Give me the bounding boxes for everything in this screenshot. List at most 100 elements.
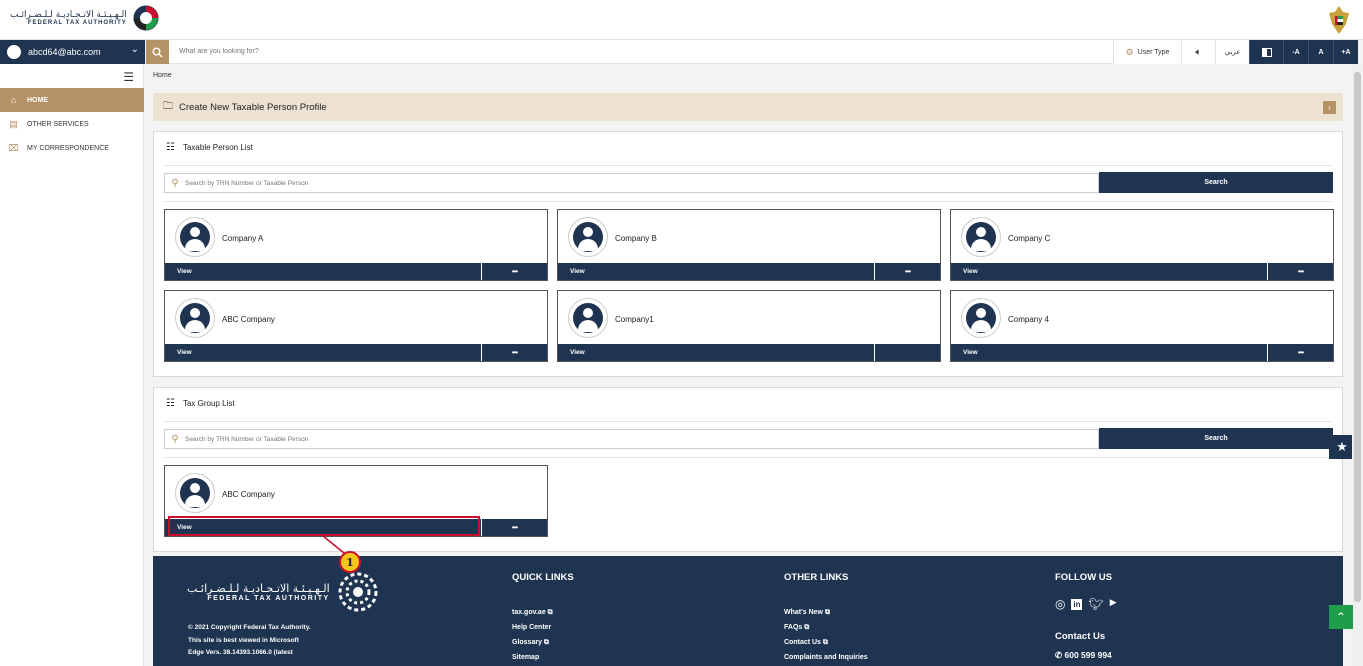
- more-options-button[interactable]: •••: [482, 263, 547, 280]
- twitter-icon[interactable]: 🐦︎: [1088, 597, 1103, 611]
- footer-link[interactable]: What's New ⧉: [784, 605, 868, 620]
- footer-copyright: © 2021 Copyright Federal Tax Authority. …: [188, 622, 311, 660]
- other-links-title: OTHER LINKS: [784, 572, 849, 583]
- contrast-button[interactable]: [1249, 40, 1283, 64]
- more-options-button[interactable]: [875, 344, 940, 361]
- copyright-text: © 2021 Copyright Federal Tax Authority.: [188, 624, 311, 631]
- footer-link-label: FAQs: [784, 624, 803, 631]
- taxable-card[interactable]: Company C View •••: [950, 209, 1334, 281]
- divider: [164, 457, 1332, 458]
- font-increase-label: +A: [1341, 48, 1351, 56]
- more-options-button[interactable]: •••: [482, 519, 547, 536]
- more-options-button[interactable]: •••: [1268, 263, 1333, 280]
- more-options-button[interactable]: •••: [482, 344, 547, 361]
- footer-link[interactable]: Complaints and Inquiries: [784, 650, 868, 665]
- taxable-search-input[interactable]: [185, 179, 1098, 187]
- card-footer: View •••: [165, 263, 547, 280]
- more-options-button[interactable]: •••: [1268, 344, 1333, 361]
- chevron-down-icon: ⌄: [130, 44, 139, 55]
- accessibility-toolbar: ⚙ User Type 🔈︎ عربي -A A +A: [1113, 40, 1358, 64]
- user-account-menu[interactable]: abcd64@abc.com ⌄: [0, 40, 145, 64]
- sidebar-item-other-services[interactable]: ▤ OTHER SERVICES: [0, 112, 144, 136]
- card-name: Company 4: [1008, 315, 1049, 324]
- scrollbar[interactable]: [1352, 64, 1363, 666]
- user-type-label: User Type: [1137, 48, 1170, 56]
- search-icon-button[interactable]: [146, 40, 169, 64]
- external-link-icon: ⧉: [804, 624, 810, 631]
- youtube-icon[interactable]: ▶: [1110, 597, 1117, 611]
- card-footer: View •••: [558, 263, 940, 280]
- footer-link-label: Sitemap: [512, 654, 540, 661]
- font-normal-button[interactable]: A: [1308, 40, 1333, 64]
- view-button[interactable]: View: [570, 268, 585, 275]
- phone-number[interactable]: ✆ 600 599 994: [1055, 650, 1117, 661]
- view-button[interactable]: View: [963, 349, 978, 356]
- instagram-icon[interactable]: ◎: [1055, 597, 1065, 611]
- fta-logo[interactable]: الـهـيـئـة الاتـحـاديـة لـلـضـرائـب FEDE…: [10, 5, 159, 31]
- more-options-button[interactable]: •••: [875, 263, 940, 280]
- language-label: عربي: [1224, 48, 1241, 56]
- sidebar-nav: ⌂ HOME ▤ OTHER SERVICES ⌧ MY CORRESPONDE…: [0, 88, 144, 160]
- taxable-card[interactable]: Company B View •••: [557, 209, 941, 281]
- double-chevron-up-icon: ⌃: [1335, 610, 1347, 624]
- list-icon: ☷: [166, 398, 175, 409]
- footer-link[interactable]: Sitemap: [512, 650, 574, 665]
- scroll-to-top-button[interactable]: ⌃: [1329, 605, 1353, 629]
- footer-link[interactable]: Glossary ⧉: [512, 635, 574, 650]
- tax-group-search-input[interactable]: [185, 435, 1098, 443]
- hamburger-menu-icon[interactable]: ☰: [123, 70, 134, 84]
- create-profile-button[interactable]: 🗀︎ Create New Taxable Person Profile ›: [153, 93, 1343, 121]
- taxable-card[interactable]: Company1 View: [557, 290, 941, 362]
- step-callout: 1: [339, 551, 361, 573]
- card-name: Company A: [222, 234, 264, 243]
- chevron-right-icon[interactable]: ›: [1323, 101, 1336, 114]
- card-name: ABC Company: [222, 315, 275, 324]
- search-icon: ⚲: [171, 433, 179, 445]
- search-icon: [152, 47, 163, 57]
- card-name: Company B: [615, 234, 657, 243]
- footer-link[interactable]: Contact Us ⧉: [784, 635, 868, 650]
- sidebar-item-label: HOME: [27, 96, 48, 104]
- panel-title: ☷ Taxable Person List: [166, 142, 253, 153]
- font-normal-label: A: [1318, 48, 1324, 56]
- taxable-search-button[interactable]: Search: [1099, 172, 1333, 193]
- view-button[interactable]: View: [177, 349, 192, 356]
- footer: الـهـيـئـة الاتـحـاديـة لـلـضـرائـب FEDE…: [153, 556, 1343, 666]
- footer-link[interactable]: Help Center: [512, 620, 574, 635]
- footer-link-label: Complaints and Inquiries: [784, 654, 868, 661]
- font-decrease-button[interactable]: -A: [1283, 40, 1308, 64]
- breadcrumb[interactable]: Home: [153, 72, 172, 79]
- search-icon: ⚲: [171, 177, 179, 189]
- view-button[interactable]: View: [570, 349, 585, 356]
- footer-link[interactable]: FAQs ⧉: [784, 620, 868, 635]
- taxable-search: ⚲: [164, 173, 1099, 193]
- tax-group-search-button[interactable]: Search: [1099, 428, 1333, 449]
- language-toggle[interactable]: عربي: [1215, 40, 1249, 64]
- font-increase-button[interactable]: +A: [1333, 40, 1358, 64]
- browser-note-2: Edge Vers. 38.14393.1066.0 (latest: [188, 649, 293, 656]
- speaker-button[interactable]: 🔈︎: [1181, 40, 1215, 64]
- taxable-card[interactable]: Company A View •••: [164, 209, 548, 281]
- global-search: [169, 40, 1113, 64]
- font-decrease-label: -A: [1292, 48, 1300, 56]
- scrollbar-thumb[interactable]: [1354, 72, 1361, 602]
- user-type-button[interactable]: ⚙ User Type: [1113, 40, 1181, 64]
- linkedin-icon[interactable]: in: [1071, 599, 1083, 610]
- taxable-card[interactable]: Company 4 View •••: [950, 290, 1334, 362]
- tax-group-search: ⚲: [164, 429, 1099, 449]
- list-icon: ☷: [166, 142, 175, 153]
- phone-icon: ✆: [1055, 650, 1063, 660]
- contrast-icon: [1261, 47, 1272, 57]
- view-button[interactable]: View: [177, 268, 192, 275]
- taxable-card[interactable]: ABC Company View •••: [164, 290, 548, 362]
- sidebar-item-home[interactable]: ⌂ HOME: [0, 88, 144, 112]
- footer-link-label: Help Center: [512, 624, 552, 631]
- sidebar-item-my-correspondence[interactable]: ⌧ MY CORRESPONDENCE: [0, 136, 144, 160]
- footer-logo-english: FEDERAL TAX AUTHORITY: [207, 595, 330, 602]
- avatar: [175, 217, 215, 257]
- footer-link[interactable]: tax.gov.ae ⧉: [512, 605, 574, 620]
- view-button[interactable]: View: [963, 268, 978, 275]
- global-search-input[interactable]: [169, 40, 1113, 63]
- sidebar-item-label: OTHER SERVICES: [27, 120, 89, 128]
- briefcase-icon: 🗀︎: [163, 100, 173, 112]
